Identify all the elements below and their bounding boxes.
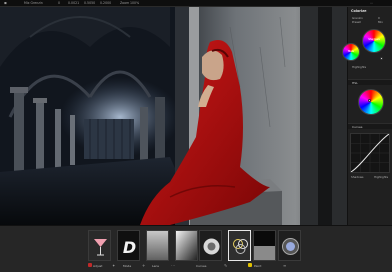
- toolbar-field-1[interactable]: 0.0021: [68, 0, 79, 7]
- color-wheel-shadows-label: Shadows: [368, 38, 380, 42]
- paint-swatch: [248, 263, 252, 267]
- adjust-swatch: [88, 263, 92, 267]
- filter-thumb-fade[interactable]: [175, 230, 198, 261]
- section-curves[interactable]: Curves: [348, 123, 392, 129]
- zoom-label: Zoom: [120, 1, 130, 5]
- fade-gradient-icon: [176, 231, 197, 260]
- disc-icon: [200, 231, 221, 260]
- more-icon[interactable]: ⋯: [171, 263, 175, 268]
- toolbar-preset-label[interactable]: Mix Grenzin: [24, 0, 43, 7]
- caption-lens[interactable]: Lens: [152, 264, 159, 268]
- hsl-color-wheel[interactable]: [358, 89, 384, 115]
- filmstrip-bar: D Adjust ✦ Mode + Lens ⋯ Curves ✎ Paint …: [0, 225, 392, 272]
- caption-adjust[interactable]: Adjust: [93, 264, 102, 268]
- filter-thumb-split[interactable]: [253, 230, 276, 261]
- color-wheel-mids-label: Mids: [348, 50, 354, 54]
- plus-icon[interactable]: +: [142, 263, 145, 268]
- toolbar-field-2[interactable]: 0.5050: [84, 0, 95, 7]
- toolbar-logo-icon[interactable]: ◼︎: [4, 0, 7, 7]
- top-toolbar: ◼︎ Mix Grenzin 0 0.0021 0.5050 0.2000 Zo…: [0, 0, 392, 7]
- filter-thumb-cocktail[interactable]: [88, 230, 111, 261]
- panel-row-value-1[interactable]: Mix: [378, 20, 383, 24]
- filter-thumb-layers-selected[interactable]: [228, 230, 251, 261]
- letter-d-icon: D: [118, 231, 139, 260]
- photo-image: [0, 7, 347, 225]
- zoom-value[interactable]: 100%: [130, 0, 139, 7]
- lens-icon: [279, 231, 300, 260]
- filter-thumb-d[interactable]: D: [117, 230, 140, 261]
- section-hsl-label: HSL: [352, 81, 358, 85]
- panel-title: Colorize: [351, 9, 367, 13]
- curve-graph: [350, 133, 390, 173]
- curve-editor[interactable]: [350, 133, 390, 173]
- gray-gradient-icon: [147, 231, 168, 260]
- wheel-handle-icon[interactable]: [380, 57, 383, 60]
- section-curves-label: Curves: [352, 125, 363, 129]
- star-icon[interactable]: ✦: [112, 263, 115, 268]
- toolbar-field-3[interactable]: 0.2000: [100, 0, 111, 7]
- svg-text:D: D: [123, 238, 136, 257]
- cocktail-icon: [89, 231, 110, 260]
- section-hsl[interactable]: HSL: [348, 79, 392, 85]
- curve-label-highlights: Highlights: [374, 175, 389, 179]
- color-wheel-mids[interactable]: Mids: [342, 43, 360, 61]
- hsl-handle-icon[interactable]: [368, 99, 371, 102]
- filter-thumb-lens[interactable]: [278, 230, 301, 261]
- color-wheel-shadows[interactable]: Shadows: [362, 29, 386, 53]
- caption-mode[interactable]: Mode: [123, 264, 131, 268]
- wheel-label-highlights: Highlights: [352, 65, 367, 69]
- caption-curves[interactable]: Curves: [196, 264, 206, 268]
- filter-thumb-gray[interactable]: [146, 230, 169, 261]
- toolbar-field-0[interactable]: 0: [58, 0, 60, 7]
- caption-paint[interactable]: Paint: [254, 264, 261, 268]
- photo-canvas[interactable]: [0, 7, 347, 225]
- brush-icon[interactable]: ✎: [224, 263, 227, 268]
- menu-icon[interactable]: ≡: [283, 263, 286, 268]
- panel-row-label-1: Preset: [352, 20, 361, 24]
- circles-icon: [229, 231, 250, 260]
- filter-thumb-disc[interactable]: [199, 230, 222, 261]
- curve-label-shadows: Shadows: [351, 175, 364, 179]
- toolbar-menu-icon[interactable]: ⋯: [370, 0, 373, 7]
- adjustment-panel: Colorize Grenzin 0 Preset Mix Shadows Mi…: [342, 7, 392, 225]
- split-tone-icon: [254, 231, 275, 260]
